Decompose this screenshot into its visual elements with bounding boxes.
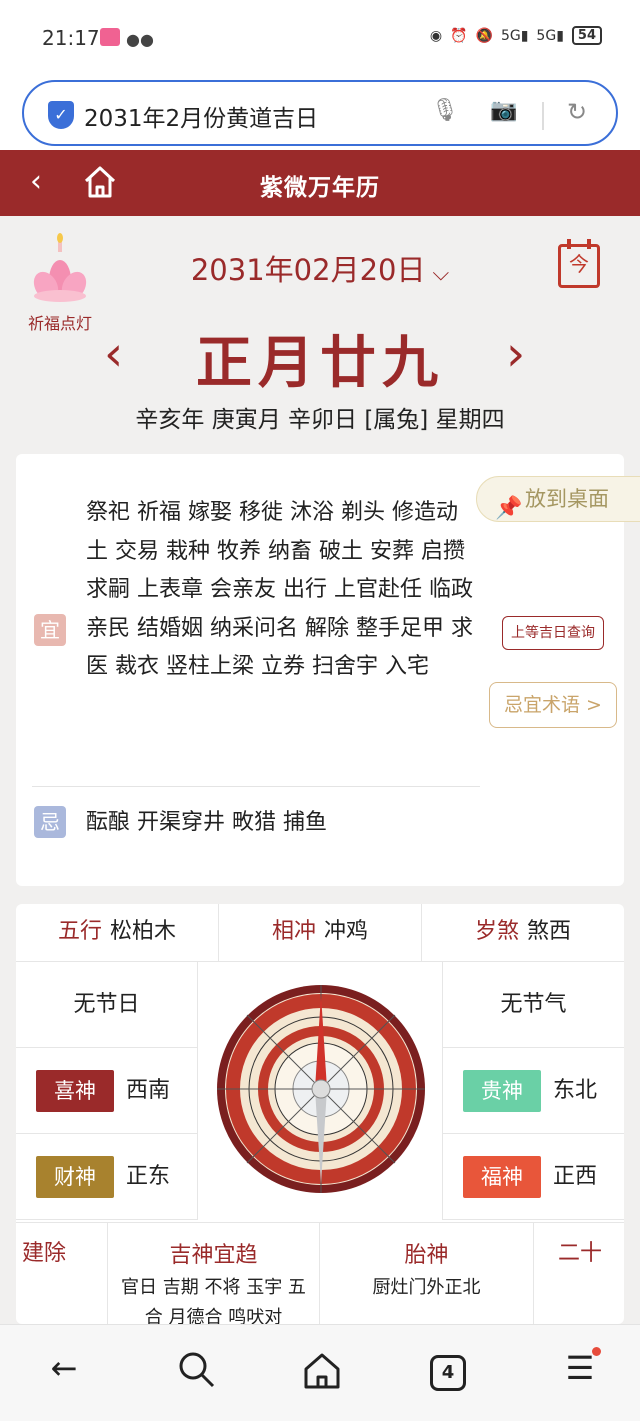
microphone-icon[interactable]: 🎙	[430, 98, 460, 132]
search-icon[interactable]	[172, 1349, 220, 1397]
eye-icon: ◉	[429, 27, 443, 44]
festival-cell: 无节日	[16, 962, 197, 1048]
compass-icon[interactable]	[214, 982, 428, 1196]
guishen-value: 东北	[553, 1078, 598, 1103]
suisha-cell[interactable]: 岁煞 煞西	[422, 904, 624, 961]
xishen-value: 西南	[126, 1078, 171, 1103]
xiangchong-cell[interactable]: 相冲 冲鸡	[219, 904, 422, 961]
add-to-desktop-button[interactable]: 📌 放到桌面	[476, 476, 640, 522]
status-icons: ◉ ⏰ 🔕 5G▮ 5G▮ 54	[430, 26, 602, 45]
app-header: ‹ 紫微万年历	[0, 150, 640, 216]
menu-icon[interactable]: ☰	[556, 1349, 604, 1397]
caishen-tag: 财神	[36, 1156, 114, 1198]
page-title: 紫微万年历	[260, 175, 380, 201]
info-grid: 五行 松柏木 相冲 冲鸡 岁煞 煞西 无节日 喜神 西南 财神 正东 无节气 贵…	[16, 904, 624, 1324]
caishen-value: 正东	[126, 1164, 171, 1189]
solar-term-cell: 无节气	[443, 962, 624, 1048]
jishen-title: 吉神宜趋	[169, 1243, 258, 1268]
xishen-tag: 喜神	[36, 1070, 114, 1112]
ji-text: 酝酿 开渠穿井 畋猎 捕鱼	[86, 810, 327, 835]
ershi-label: 二十	[557, 1241, 602, 1266]
jishen-cell[interactable]: 吉神宜趋 官日 吉期 不将 玉宇 五合 月德合 鸣吠对	[108, 1223, 320, 1324]
signal-icon: 5G▮	[500, 27, 529, 44]
info-row-bottom: 建除 吉神宜趋 官日 吉期 不将 玉宇 五合 月德合 鸣吠对 胎神 厨灶门外正北…	[16, 1222, 624, 1324]
fushen-tag: 福神	[463, 1156, 541, 1198]
home-nav-icon[interactable]	[298, 1349, 346, 1397]
ganzhi-line: 辛亥年 庚寅月 辛卯日 [属兔] 星期四	[135, 407, 505, 433]
mute-icon: 🔕	[475, 27, 493, 44]
terms-button[interactable]: 忌宜术语 >	[489, 682, 617, 728]
bottom-nav: ← 4 ☰	[0, 1324, 640, 1421]
camera-icon[interactable]: 📷	[486, 98, 522, 132]
wechat-icon: ●●	[126, 30, 154, 49]
today-button[interactable]: 今	[558, 239, 600, 288]
tabs-button[interactable]: 4	[430, 1355, 466, 1391]
yi-text: 祭祀 祈福 嫁娶 移徙 沐浴 剃头 修造动土 交易 栽种 牧养 纳畜 破土 安葬…	[86, 500, 473, 680]
date-selector[interactable]: 2031年02月20日 ⌵	[0, 247, 640, 289]
alarm-icon: ⏰	[450, 27, 468, 44]
chevron-down-icon: ⌵	[425, 261, 450, 286]
back-arrow-icon[interactable]: ←	[40, 1349, 88, 1397]
solar-date: 2031年02月20日	[190, 253, 426, 287]
guishen-cell[interactable]: 贵神 东北	[443, 1048, 624, 1134]
left-column: 无节日 喜神 西南 财神 正东	[16, 962, 198, 1220]
ershi-cell[interactable]: 二十	[534, 1223, 624, 1324]
taishen-cell[interactable]: 胎神 厨灶门外正北	[320, 1223, 534, 1324]
notification-dot	[592, 1347, 601, 1356]
shield-icon: ✓	[48, 101, 74, 129]
yi-badge: 宜	[34, 614, 66, 646]
wuxing-cell[interactable]: 五行 松柏木	[16, 904, 219, 961]
pin-icon: 📌	[495, 496, 523, 521]
auspicious-day-query-button[interactable]: 上等吉日查询	[502, 616, 604, 650]
caishen-cell[interactable]: 财神 正东	[16, 1134, 197, 1220]
right-column: 无节气 贵神 东北 福神 正西	[442, 962, 624, 1220]
taishen-body: 厨灶门外正北	[372, 1277, 481, 1298]
browser-bar: ✓ 2031年2月份黄道吉日 🎙 📷 ↻	[0, 78, 640, 150]
fushen-value: 正西	[553, 1164, 598, 1189]
guishen-tag: 贵神	[463, 1070, 541, 1112]
status-time: 21:17	[42, 26, 100, 50]
taishen-title: 胎神	[404, 1243, 449, 1268]
jishen-body: 官日 吉期 不将 玉宇 五合 月德合 鸣吠对	[121, 1277, 306, 1324]
ji-badge: 忌	[34, 806, 66, 838]
lunar-date: 正月廿九	[196, 331, 444, 396]
status-bar: 21:17 ●● ◉ ⏰ 🔕 5G▮ 5G▮ 54	[0, 0, 640, 78]
battery-icon: 54	[571, 26, 602, 45]
signal-icon-2: 5G▮	[536, 27, 564, 44]
xishen-cell[interactable]: 喜神 西南	[16, 1048, 197, 1134]
jianchu-label: 建除	[21, 1241, 66, 1266]
info-row-top: 五行 松柏木 相冲 冲鸡 岁煞 煞西	[16, 904, 624, 962]
yi-ji-card: 宜 祭祀 祈福 嫁娶 移徙 沐浴 剃头 修造动土 交易 栽种 牧养 纳畜 破土 …	[16, 454, 640, 886]
app-notification-icon	[100, 28, 120, 46]
next-day-icon[interactable]: ›	[506, 326, 525, 382]
fushen-cell[interactable]: 福神 正西	[443, 1134, 624, 1220]
search-query[interactable]: 2031年2月份黄道吉日	[84, 99, 318, 133]
jianchu-cell[interactable]: 建除	[16, 1223, 108, 1324]
divider	[542, 102, 544, 130]
reload-icon[interactable]: ↻	[562, 98, 592, 132]
divider	[32, 786, 480, 787]
search-input[interactable]: ✓ 2031年2月份黄道吉日 🎙 📷 ↻	[22, 80, 618, 146]
